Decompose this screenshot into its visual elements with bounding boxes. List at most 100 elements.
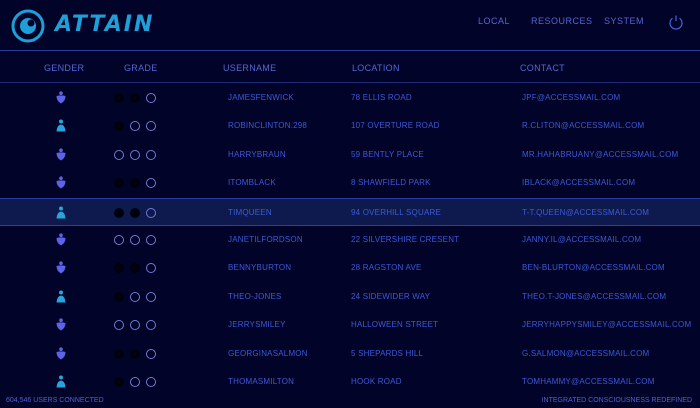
table-row[interactable]: THOMASMILTON HOOK ROAD TOMHAMMY@ACCESSMAIL… [0,368,700,396]
grade-dot-empty [146,263,156,274]
male-gender-icon [56,119,66,132]
female-gender-icon [56,91,66,104]
nav-resources[interactable]: RESOURCES [531,16,593,26]
column-header-grade[interactable]: GRADE [124,63,158,73]
power-icon[interactable] [668,14,684,30]
female-gender-icon [56,261,66,274]
table-row[interactable]: ITOMBLACK 8 SHAWFIELD PARK IBLACK@ACCESSMA… [0,169,700,197]
grade-dot-filled [130,207,140,218]
grade-dot-empty [146,291,156,302]
grade-dot-filled [114,348,124,359]
username-cell: JAMESFENWICK [228,93,294,102]
location-cell: 107 OVERTURE ROAD [351,121,440,131]
grade-dot-filled [114,93,124,103]
grade-dot-filled [114,207,124,218]
contact-cell[interactable]: MR.HAHABRUANY@ACCESSMAIL.COM [522,150,678,159]
grade-dot-filled [130,348,140,359]
table-row[interactable]: GEORGINASALMON 5 SHEPARDS HILL G.SALMON@AC… [0,340,700,368]
grade-dot-filled [130,263,140,274]
column-header-location[interactable]: LOCATION [352,63,400,73]
contact-cell[interactable]: JANNY.IL@ACCESSMAIL.COM [522,235,641,244]
contact-cell[interactable]: R.CLITON@ACCESSMAIL.COM [522,121,644,130]
username-cell: BENNYBURTON [228,263,292,273]
username-cell: JERRYSMILEY [228,320,286,330]
brand-name: ATTAIN [55,12,155,37]
grade-dot-empty [146,121,156,132]
top-bar: ATTAIN LOCAL RESOURCES SYSTEM [0,0,700,51]
contact-cell[interactable]: G.SALMON@ACCESSMAIL.COM [522,349,649,358]
username-cell: THOMASMILTON [228,377,295,386]
grade-dot-empty [114,235,124,245]
male-gender-icon [56,206,66,219]
username-cell: HARRYBRAUN [228,149,286,159]
nav-system[interactable]: SYSTEM [604,16,644,26]
column-header-gender[interactable]: GENDER [44,63,84,73]
contact-cell[interactable]: TOMHAMMY@ACCESSMAIL.COM [522,377,655,386]
female-gender-icon [56,233,66,246]
grade-dot-filled [130,178,140,189]
username-cell: THEO-JONES [228,291,282,301]
grade-dot-empty [146,235,156,245]
female-gender-icon [56,148,66,161]
female-gender-icon [56,176,66,189]
username-cell: TIMQUEEN [228,207,272,217]
table-row[interactable]: THEO-JONES 24 SIDEWIDER WAY THEO.T-JONES@A… [0,283,700,311]
location-cell: 78 ELLIS ROAD [351,93,412,102]
grade-dot-empty [146,178,156,189]
male-gender-icon [56,290,66,303]
grade-dot-empty [130,320,140,331]
location-cell: 5 SHEPARDS HILL [351,348,424,358]
grade-dot-empty [146,207,156,218]
grade-dot-empty [146,377,156,387]
grade-dot-empty [114,320,124,331]
username-cell: ITOMBLACK [228,178,276,188]
grade-dot-filled [114,263,124,274]
header-divider [0,82,700,83]
contact-cell[interactable]: BEN-BLURTON@ACCESSMAIL.COM [522,263,665,272]
grade-dot-filled [114,178,124,189]
grade-dot-filled [114,377,124,387]
grade-dot-empty [130,121,140,132]
grade-dot-empty [146,320,156,331]
table-row[interactable]: BENNYBURTON 28 RAGSTON AVE BEN-BLURTON@ACC… [0,254,700,282]
location-cell: HALLOWEEN STREET [351,320,439,330]
contact-cell[interactable]: T-T.QUEEN@ACCESSMAIL.COM [522,208,649,217]
column-header-username[interactable]: USERNAME [223,63,276,73]
table-row[interactable]: ROBINCLINTON.298 107 OVERTURE ROAD R.CLITO… [0,112,700,140]
location-cell: 28 RAGSTON AVE [351,263,422,273]
grade-dot-empty [146,348,156,359]
username-cell: GEORGINASALMON [228,348,308,358]
username-cell: JANETILFORDSON [228,235,303,244]
grade-dot-empty [130,149,140,160]
contact-cell[interactable]: IBLACK@ACCESSMAIL.COM [522,178,635,187]
location-cell: 94 OVERHILL SQUARE [351,207,442,217]
contact-cell[interactable]: THEO.T-JONES@ACCESSMAIL.COM [522,292,666,301]
grade-dot-filled [114,291,124,302]
table-row[interactable]: JAMESFENWICK 78 ELLIS ROAD JPF@ACCESSMAIL.… [0,84,700,112]
location-cell: 59 BENTLY PLACE [351,149,424,159]
grade-dot-empty [130,291,140,302]
grade-dot-empty [146,93,156,103]
grade-dot-empty [130,235,140,245]
logo-icon[interactable] [11,9,45,43]
table-row[interactable]: HARRYBRAUN 59 BENTLY PLACE MR.HAHABRUANY@A… [0,141,700,169]
male-gender-icon [56,375,66,388]
table-row[interactable]: TIMQUEEN 94 OVERHILL SQUARE T-T.QUEEN@ACCE… [0,197,700,226]
table-row[interactable]: JERRYSMILEY HALLOWEEN STREET JERRYHAPPYSMI… [0,311,700,339]
location-cell: HOOK ROAD [351,377,402,386]
nav-local[interactable]: LOCAL [478,16,510,26]
grade-dot-empty [114,149,124,160]
female-gender-icon [56,346,66,360]
table-row[interactable]: JANETILFORDSON 22 SILVERSHIRE CRESENT JANN… [0,226,700,254]
column-header-contact[interactable]: CONTACT [520,63,565,73]
grade-dot-empty [146,149,156,160]
location-cell: 8 SHAWFIELD PARK [351,178,431,188]
location-cell: 24 SIDEWIDER WAY [351,291,431,301]
grade-dot-filled [114,121,124,132]
username-cell: ROBINCLINTON.298 [228,121,308,131]
contact-cell[interactable]: JPF@ACCESSMAIL.COM [522,93,620,102]
users-connected-status: 604,546 USERS CONNECTED [6,397,104,404]
grade-dot-empty [130,377,140,387]
contact-cell[interactable]: JERRYHAPPYSMILEY@ACCESSMAIL.COM [522,320,691,329]
female-gender-icon [56,318,66,331]
